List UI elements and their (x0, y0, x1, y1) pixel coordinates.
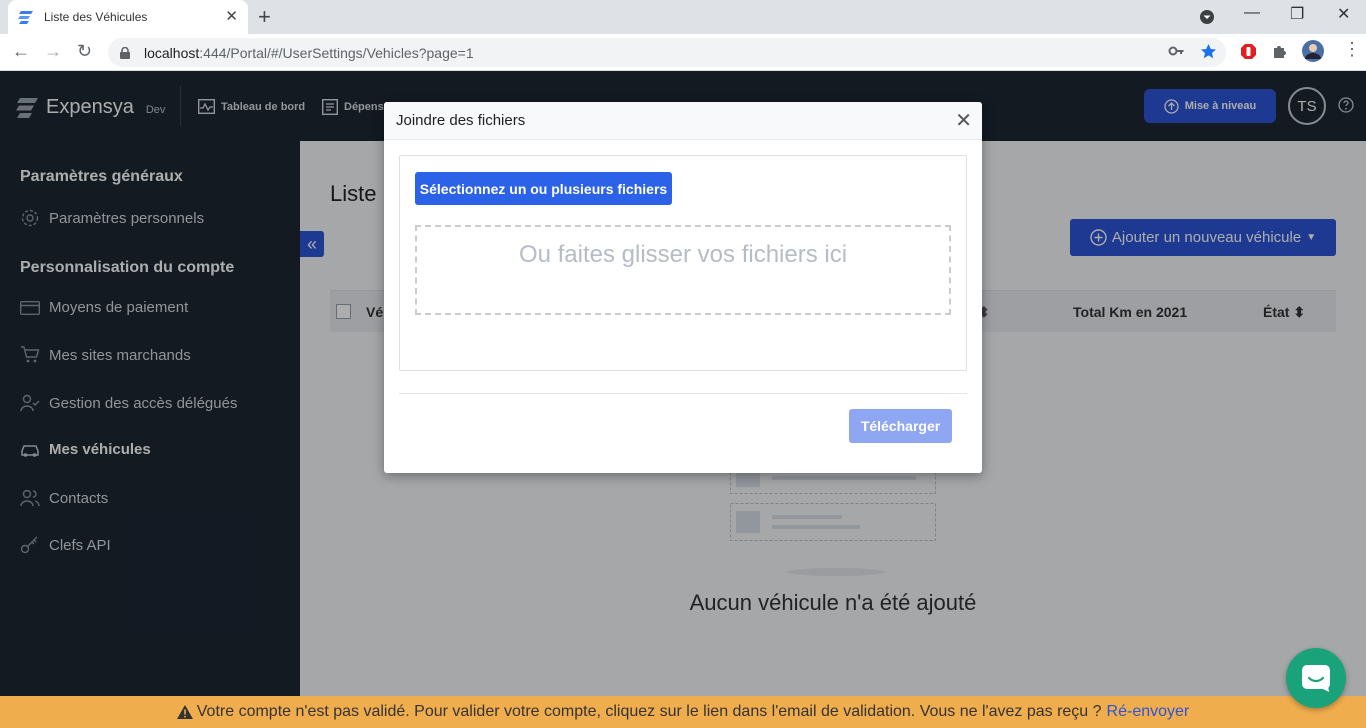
drop-zone[interactable]: Ou faites glisser vos fichiers ici (415, 225, 951, 315)
extensions-puzzle-icon[interactable] (1272, 43, 1288, 59)
reload-icon[interactable]: ↻ (77, 41, 92, 62)
minimize-icon[interactable]: — (1244, 4, 1260, 22)
banner-text: Votre compte n'est pas validé. Pour vali… (196, 703, 1102, 720)
url-path: :444/Portal/#/UserSettings/Vehicles?page… (199, 44, 474, 61)
warning-icon (176, 705, 193, 719)
new-tab-button[interactable]: + (258, 4, 271, 30)
back-icon[interactable]: ← (12, 41, 30, 62)
file-upload-panel: Sélectionnez un ou plusieurs fichiers Ou… (399, 155, 967, 371)
dialog-header: Joindre des fichiers (384, 102, 982, 140)
profile-menu-icon[interactable] (1199, 9, 1215, 25)
tab-close-icon[interactable]: ✕ (225, 9, 238, 25)
chat-icon (1302, 665, 1330, 692)
browser-tabstrip: Liste des Véhicules ✕ + — ❐ ✕ (0, 0, 1366, 34)
expensya-favicon-icon (18, 11, 33, 24)
upload-button[interactable]: Télécharger (849, 409, 952, 443)
password-key-icon[interactable] (1168, 43, 1184, 59)
bookmark-star-icon[interactable] (1200, 43, 1217, 60)
dialog-title: Joindre des fichiers (396, 112, 526, 129)
attach-files-dialog: Joindre des fichiers ✕ Sélectionnez un o… (384, 102, 982, 473)
profile-avatar-icon[interactable] (1302, 40, 1324, 62)
address-bar[interactable]: localhost:444/Portal/#/UserSettings/Vehi… (108, 38, 1226, 67)
url-host: localhost (144, 44, 200, 61)
close-icon[interactable]: ✕ (955, 111, 972, 131)
forward-icon[interactable]: → (44, 41, 62, 62)
adblock-icon[interactable] (1240, 43, 1257, 60)
browser-toolbar: ← → ↻ localhost:444/Portal/#/UserSetting… (0, 34, 1366, 71)
drop-zone-text: Ou faites glisser vos fichiers ici (518, 241, 848, 268)
lock-icon (120, 46, 130, 59)
window-close-icon[interactable]: ✕ (1337, 4, 1350, 24)
restore-icon[interactable]: ❐ (1290, 4, 1304, 24)
tab-title: Liste des Véhicules (44, 10, 148, 24)
dialog-divider (399, 393, 967, 394)
chat-launcher-button[interactable] (1286, 648, 1346, 708)
resend-link[interactable]: Ré-envoyer (1107, 703, 1190, 721)
browser-menu-icon[interactable]: ⋮ (1343, 39, 1361, 60)
select-files-button[interactable]: Sélectionnez un ou plusieurs fichiers (415, 172, 672, 205)
validation-banner: Votre compte n'est pas validé. Pour vali… (0, 696, 1366, 728)
browser-tab[interactable]: Liste des Véhicules ✕ (8, 0, 248, 34)
